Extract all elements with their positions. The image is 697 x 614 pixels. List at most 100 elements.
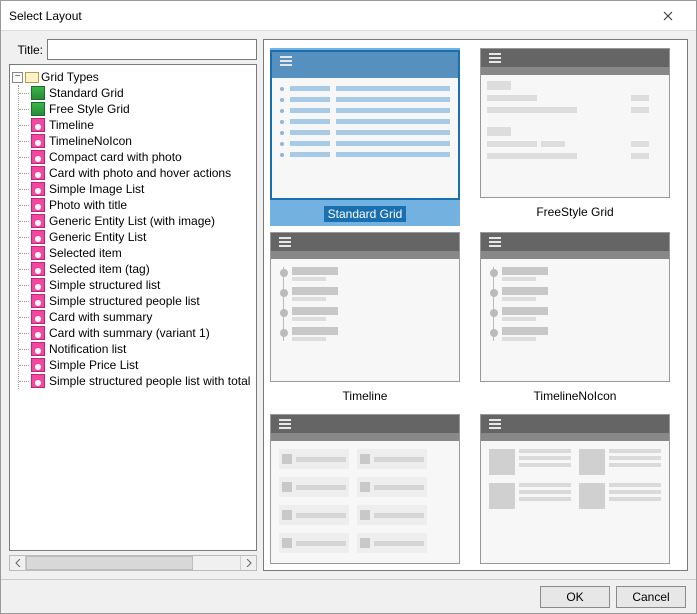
hamburger-icon [489, 235, 501, 249]
layout-icon [31, 166, 45, 180]
layout-icon [31, 198, 45, 212]
tree-node[interactable]: Free Style Grid [31, 101, 254, 117]
layout-thumbnail [270, 232, 460, 382]
gallery-item-label: TimelineNoIcon [530, 388, 621, 404]
scroll-track[interactable] [26, 556, 240, 570]
gallery-item[interactable]: Standard Grid [270, 48, 460, 226]
gallery-item-label [571, 570, 579, 571]
tree-node-label: Simple structured people list [49, 294, 200, 308]
tree-node[interactable]: Simple Price List [31, 357, 254, 373]
title-field-row: Title: [9, 39, 257, 60]
gallery-item[interactable]: Timeline [270, 232, 460, 408]
tree-node[interactable]: Card with summary [31, 309, 254, 325]
tree-node-label: Simple Image List [49, 182, 144, 196]
layout-thumbnail [270, 414, 460, 564]
tree-node-label: TimelineNoIcon [49, 134, 132, 148]
tree-node-label: Simple structured list [49, 278, 160, 292]
layout-icon [31, 342, 45, 356]
tree-node-label: Timeline [49, 118, 94, 132]
gallery-item[interactable] [480, 414, 670, 571]
horizontal-scrollbar[interactable] [9, 555, 257, 571]
hamburger-icon [489, 51, 501, 65]
tree-node[interactable]: TimelineNoIcon [31, 133, 254, 149]
tree-node[interactable]: Simple structured people list [31, 293, 254, 309]
gallery-item-label: Standard Grid [324, 206, 407, 222]
layout-thumbnail [480, 414, 670, 564]
expand-toggle[interactable]: − [12, 72, 23, 83]
scroll-left-button[interactable] [10, 556, 26, 570]
tree-root[interactable]: −Grid Types [12, 69, 254, 85]
tree-node[interactable]: Timeline [31, 117, 254, 133]
tree-node-label: Generic Entity List (with image) [49, 214, 215, 228]
layout-icon [31, 134, 45, 148]
tree-node-label: Card with summary [49, 310, 152, 324]
tree-pane[interactable]: −Grid TypesStandard GridFree Style GridT… [9, 64, 257, 551]
hamburger-icon [279, 417, 291, 431]
ok-button[interactable]: OK [540, 586, 610, 608]
gallery-item-label [361, 570, 369, 571]
tree-node[interactable]: Notification list [31, 341, 254, 357]
hamburger-icon [280, 54, 292, 68]
folder-icon [25, 72, 39, 83]
gallery-item[interactable] [270, 414, 460, 571]
tree-node[interactable]: Selected item [31, 245, 254, 261]
layout-icon [31, 326, 45, 340]
title-input[interactable] [47, 39, 257, 60]
layout-gallery[interactable]: Standard Grid FreeStyle Grid Timeline Timel… [263, 39, 688, 571]
tree-node[interactable]: Simple structured people list with total [31, 373, 254, 389]
tree-node[interactable]: Card with photo and hover actions [31, 165, 254, 181]
chevron-right-icon [246, 559, 252, 567]
cancel-button[interactable]: Cancel [616, 586, 686, 608]
tree-node[interactable]: Standard Grid [31, 85, 254, 101]
layout-icon [31, 118, 45, 132]
gallery-item[interactable]: TimelineNoIcon [480, 232, 670, 408]
hamburger-icon [489, 417, 501, 431]
layout-icon [31, 310, 45, 324]
chevron-left-icon [15, 559, 21, 567]
dialog-window: Select Layout Title: −Grid TypesStandard… [0, 0, 697, 614]
layout-icon [31, 214, 45, 228]
gallery-item-label: Timeline [339, 388, 392, 404]
window-title: Select Layout [9, 9, 648, 23]
grid-icon [31, 102, 45, 116]
tree-node-label: Selected item [49, 246, 122, 260]
layout-icon [31, 150, 45, 164]
close-button[interactable] [648, 1, 688, 30]
gallery-item[interactable]: FreeStyle Grid [480, 48, 670, 226]
layout-icon [31, 182, 45, 196]
tree-node-label: Card with summary (variant 1) [49, 326, 210, 340]
hamburger-icon [279, 235, 291, 249]
layout-thumbnail [270, 50, 460, 200]
tree-node-label: Notification list [49, 342, 126, 356]
tree-node[interactable]: Generic Entity List [31, 229, 254, 245]
tree-node[interactable]: Generic Entity List (with image) [31, 213, 254, 229]
tree-node[interactable]: Card with summary (variant 1) [31, 325, 254, 341]
close-icon [663, 11, 673, 21]
scroll-thumb[interactable] [26, 556, 193, 570]
layout-icon [31, 230, 45, 244]
title-label: Title: [9, 43, 43, 57]
tree-node[interactable]: Simple Image List [31, 181, 254, 197]
tree-node-label: Card with photo and hover actions [49, 166, 231, 180]
layout-icon [31, 358, 45, 372]
tree-node[interactable]: Selected item (tag) [31, 261, 254, 277]
tree-node-label: Compact card with photo [49, 150, 182, 164]
tree-node[interactable]: Simple structured list [31, 277, 254, 293]
dialog-footer: OK Cancel [1, 579, 696, 613]
layout-icon [31, 278, 45, 292]
layout-thumbnail [480, 232, 670, 382]
tree-node-label: Generic Entity List [49, 230, 146, 244]
layout-thumbnail [480, 48, 670, 198]
left-column: Title: −Grid TypesStandard GridFree Styl… [9, 39, 257, 571]
gallery-item-label: FreeStyle Grid [532, 204, 617, 220]
layout-icon [31, 246, 45, 260]
tree-node[interactable]: Compact card with photo [31, 149, 254, 165]
grid-icon [31, 86, 45, 100]
scroll-right-button[interactable] [240, 556, 256, 570]
layout-icon [31, 294, 45, 308]
titlebar: Select Layout [1, 1, 696, 31]
tree-node[interactable]: Photo with title [31, 197, 254, 213]
tree-node-label: Simple structured people list with total [49, 374, 250, 388]
dialog-body: Title: −Grid TypesStandard GridFree Styl… [1, 31, 696, 579]
tree-node-label: Photo with title [49, 198, 127, 212]
